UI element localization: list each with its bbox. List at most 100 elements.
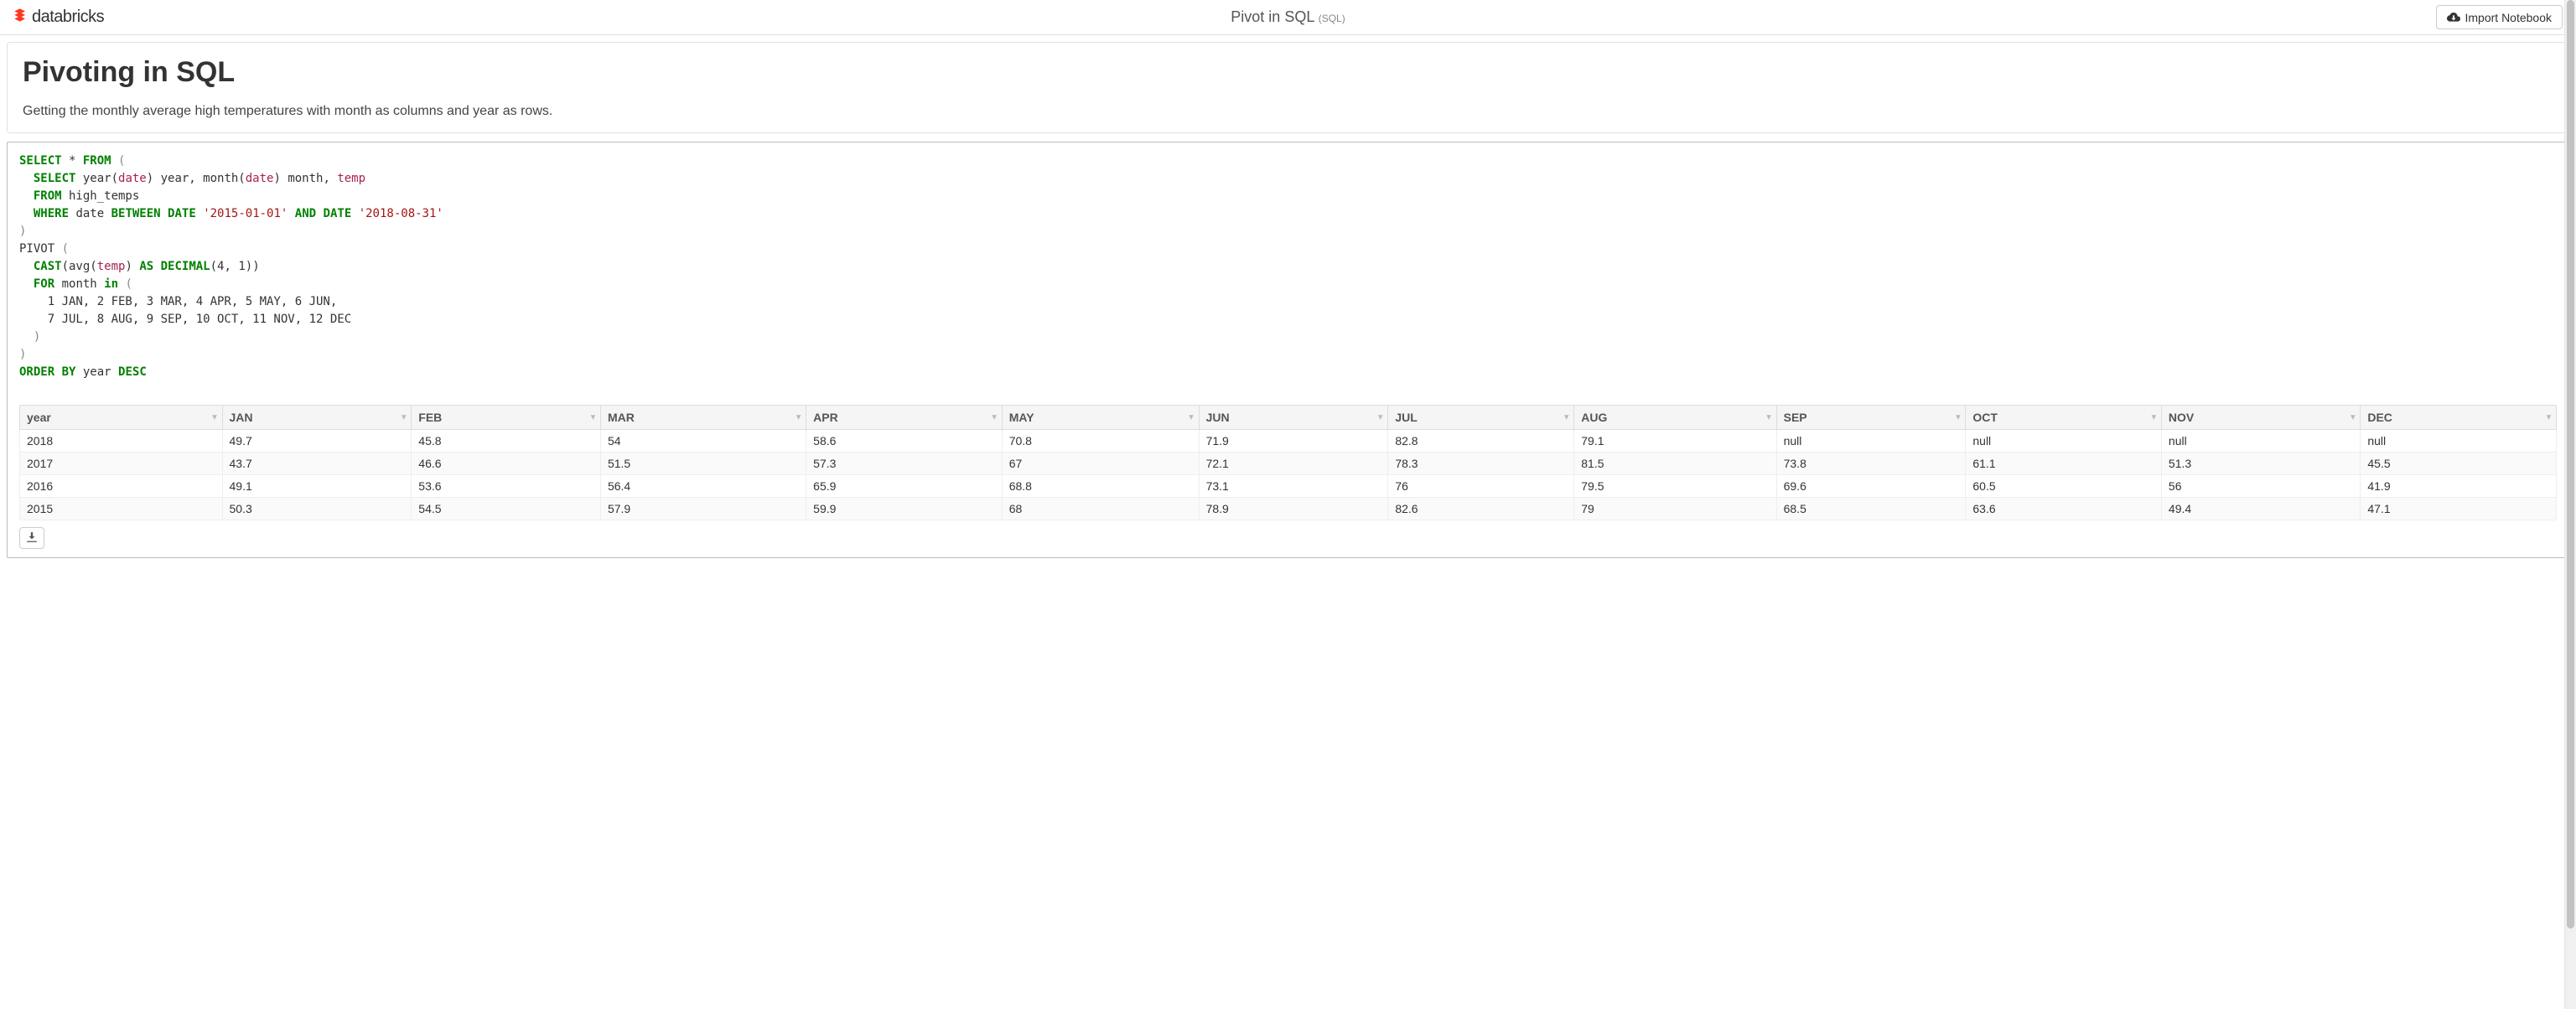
table-cell: 2016 [20,475,223,498]
sort-arrow-icon: ▾ [591,413,595,422]
table-cell: 56.4 [600,475,806,498]
column-header[interactable]: MAR▾ [600,406,806,430]
cell-paragraph: Getting the monthly average high tempera… [23,104,2553,119]
import-notebook-button[interactable]: Import Notebook [2436,5,2563,29]
sql-code[interactable]: SELECT * FROM ( SELECT year(date) year, … [19,153,2557,381]
download-icon [26,531,38,546]
notebook-language-label: (SQL) [1319,13,1345,24]
logo-text: databricks [32,8,104,27]
table-row: 201743.746.651.557.36772.178.381.573.861… [20,453,2557,475]
column-header[interactable]: SEP▾ [1776,406,1966,430]
table-cell: 82.6 [1388,498,1574,520]
sort-arrow-icon: ▾ [1190,413,1194,422]
table-cell: 68.8 [1002,475,1199,498]
sort-arrow-icon: ▾ [2547,413,2551,422]
scrollbar-thumb[interactable] [2567,0,2574,929]
table-cell: 57.3 [806,453,1003,475]
table-cell: 63.6 [1966,498,2162,520]
sort-arrow-icon: ▾ [2351,413,2355,422]
column-header[interactable]: JAN▾ [222,406,412,430]
cell-heading: Pivoting in SQL [23,56,2553,89]
vertical-scrollbar[interactable] [2564,0,2576,1009]
column-header[interactable]: OCT▾ [1966,406,2162,430]
table-cell: 78.3 [1388,453,1574,475]
sort-arrow-icon: ▾ [2152,413,2156,422]
table-cell: 54.5 [412,498,601,520]
table-row: 201649.153.656.465.968.873.17679.569.660… [20,475,2557,498]
table-cell: 68.5 [1776,498,1966,520]
table-cell: 51.3 [2161,453,2360,475]
sort-arrow-icon: ▾ [1564,413,1568,422]
cloud-download-icon [2447,10,2460,24]
table-cell: 59.9 [806,498,1003,520]
notebook-body: Pivoting in SQL Getting the monthly aver… [0,35,2576,565]
table-cell: 50.3 [222,498,412,520]
table-cell: 43.7 [222,453,412,475]
table-cell: 82.8 [1388,430,1574,453]
table-cell: 79.1 [1574,430,1776,453]
column-header[interactable]: JUN▾ [1199,406,1388,430]
table-cell: 49.4 [2161,498,2360,520]
databricks-logo-icon [13,8,29,27]
table-cell: null [2161,430,2360,453]
markdown-cell[interactable]: Pivoting in SQL Getting the monthly aver… [7,42,2569,133]
table-cell: 46.6 [412,453,601,475]
column-header[interactable]: DEC▾ [2361,406,2557,430]
table-cell: 69.6 [1776,475,1966,498]
table-cell: 58.6 [806,430,1003,453]
table-cell: 51.5 [600,453,806,475]
table-cell: 54 [600,430,806,453]
table-cell: 57.9 [600,498,806,520]
column-header[interactable]: year▾ [20,406,223,430]
table-cell: 68 [1002,498,1199,520]
table-cell: 61.1 [1966,453,2162,475]
table-cell: 2017 [20,453,223,475]
sort-arrow-icon: ▾ [1956,413,1960,422]
sort-arrow-icon: ▾ [212,413,216,422]
table-body: 201849.745.85458.670.871.982.879.1nullnu… [20,430,2557,520]
table-cell: 79 [1574,498,1776,520]
table-cell: 78.9 [1199,498,1388,520]
code-cell[interactable]: SELECT * FROM ( SELECT year(date) year, … [7,142,2569,558]
header-bar: databricks Pivot in SQL (SQL) Import Not… [0,0,2576,35]
column-header[interactable]: JUL▾ [1388,406,1574,430]
table-cell: 79.5 [1574,475,1776,498]
table-cell: 70.8 [1002,430,1199,453]
results-table: year▾JAN▾FEB▾MAR▾APR▾MAY▾JUN▾JUL▾AUG▾SEP… [19,405,2557,520]
column-header[interactable]: AUG▾ [1574,406,1776,430]
table-cell: 67 [1002,453,1199,475]
table-cell: 60.5 [1966,475,2162,498]
table-cell: 49.1 [222,475,412,498]
table-cell: 76 [1388,475,1574,498]
table-header-row: year▾JAN▾FEB▾MAR▾APR▾MAY▾JUN▾JUL▾AUG▾SEP… [20,406,2557,430]
table-cell: null [2361,430,2557,453]
table-cell: null [1966,430,2162,453]
table-cell: 53.6 [412,475,601,498]
sort-arrow-icon: ▾ [1767,413,1771,422]
table-cell: 47.1 [2361,498,2557,520]
column-header[interactable]: NOV▾ [2161,406,2360,430]
sort-arrow-icon: ▾ [993,413,997,422]
table-cell: 45.5 [2361,453,2557,475]
import-label: Import Notebook [2465,11,2553,24]
table-cell: 49.7 [222,430,412,453]
table-cell: 71.9 [1199,430,1388,453]
column-header[interactable]: MAY▾ [1002,406,1199,430]
table-cell: null [1776,430,1966,453]
logo[interactable]: databricks [13,8,104,27]
sort-arrow-icon: ▾ [402,413,406,422]
results-pane: year▾JAN▾FEB▾MAR▾APR▾MAY▾JUN▾JUL▾AUG▾SEP… [19,405,2557,549]
table-cell: 73.1 [1199,475,1388,498]
notebook-title: Pivot in SQL (SQL) [1231,8,1345,26]
table-cell: 73.8 [1776,453,1966,475]
column-header[interactable]: FEB▾ [412,406,601,430]
table-cell: 45.8 [412,430,601,453]
sort-arrow-icon: ▾ [1378,413,1382,422]
sort-arrow-icon: ▾ [796,413,801,422]
column-header[interactable]: APR▾ [806,406,1003,430]
table-cell: 65.9 [806,475,1003,498]
table-cell: 2015 [20,498,223,520]
download-results-button[interactable] [19,527,44,549]
table-cell: 81.5 [1574,453,1776,475]
table-row: 201550.354.557.959.96878.982.67968.563.6… [20,498,2557,520]
